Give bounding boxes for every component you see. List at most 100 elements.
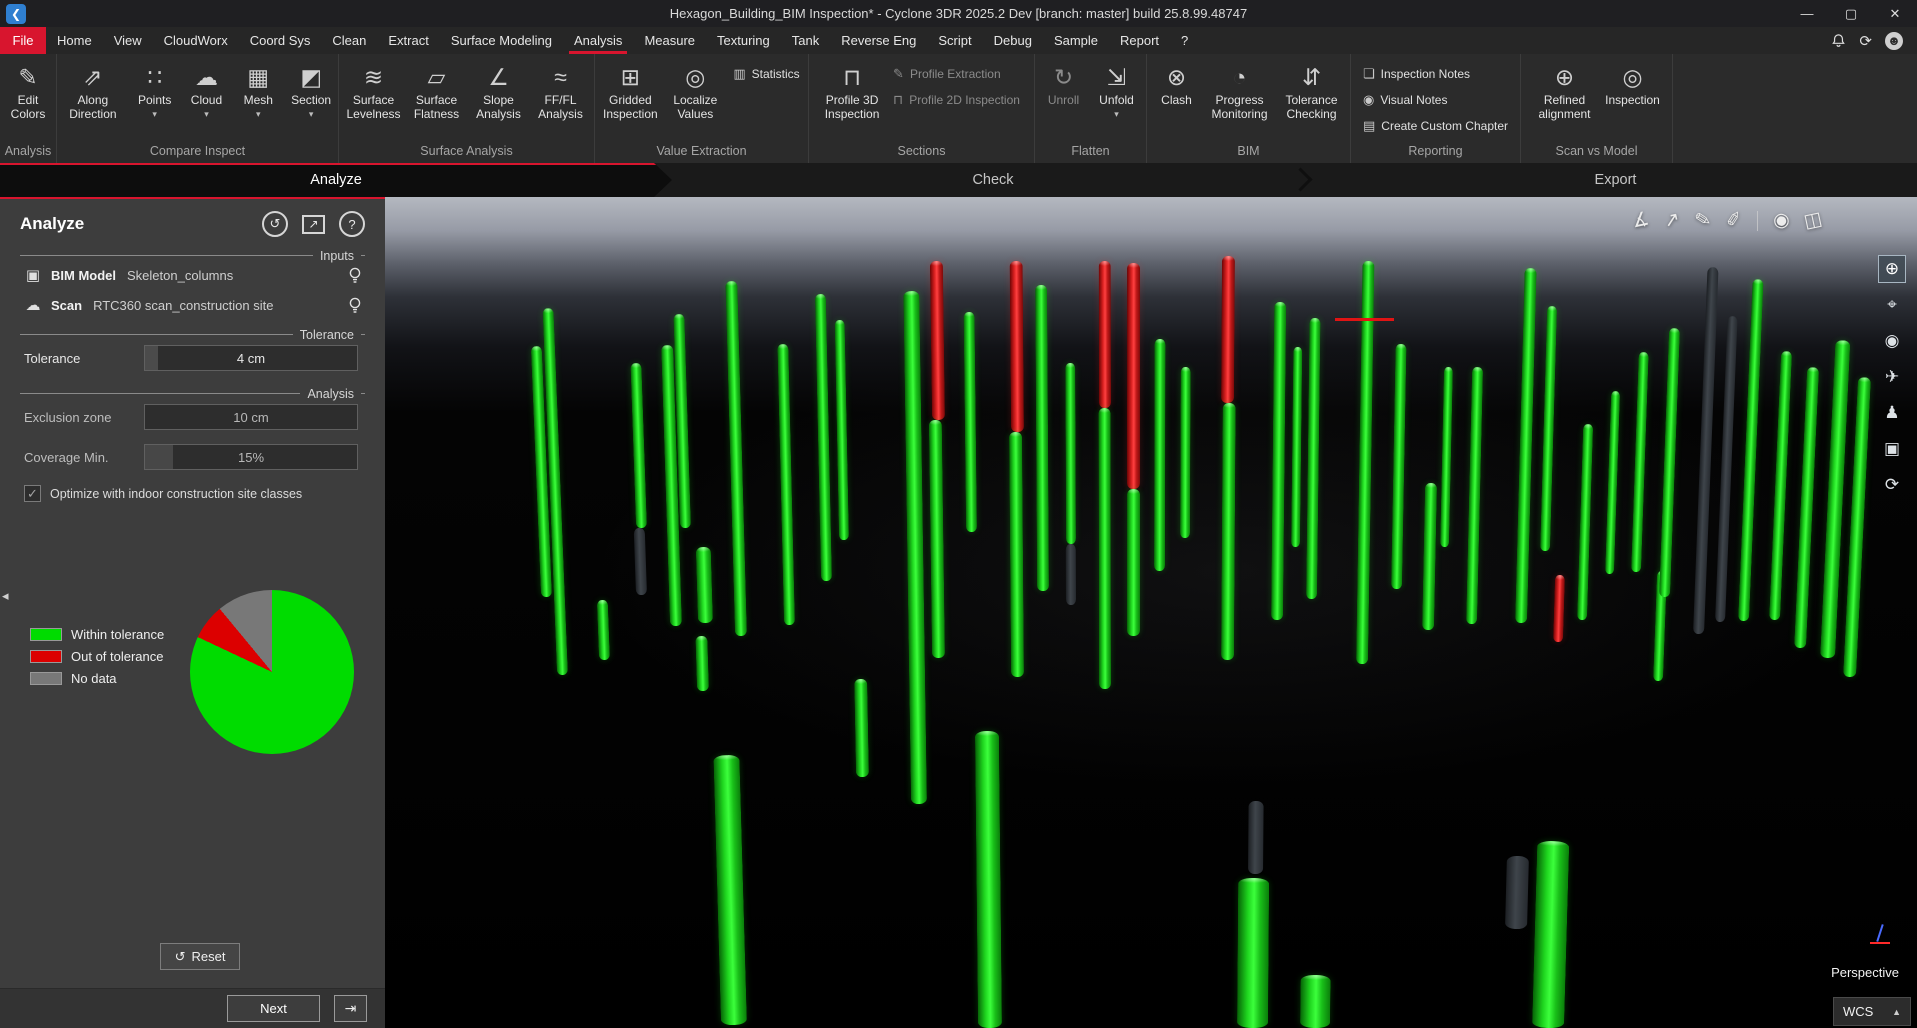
first-person-icon[interactable]: ◉ [1878, 327, 1906, 355]
tab-home[interactable]: Home [46, 27, 103, 54]
ribbon-button-inspection-notes[interactable]: ❏Inspection Notes [1363, 66, 1470, 82]
file-menu-button[interactable]: File [0, 27, 46, 54]
tab-coord-sys[interactable]: Coord Sys [239, 27, 322, 54]
statistics-icon: ▥ [733, 66, 745, 82]
bim-model-icon: ▣ [24, 266, 42, 284]
workflow-step-analyze[interactable]: Analyze [0, 163, 672, 197]
measure-angle-icon[interactable]: ∡ [1630, 207, 1651, 233]
annotate-icon[interactable]: ✐ [1724, 208, 1744, 234]
ribbon-button-profile-3d-inspection[interactable]: ⊓Profile 3D Inspection [817, 57, 887, 144]
ribbon-button-mesh[interactable]: ▦Mesh▾ [232, 57, 284, 144]
workflow-step-export[interactable]: Export [1314, 163, 1917, 197]
reset-button[interactable]: ↺ Reset [160, 943, 240, 970]
ribbon-button-profile-2d-inspection[interactable]: ⊓Profile 2D Inspection [893, 92, 1020, 108]
ribbon-button-create-custom-chapter[interactable]: ▤Create Custom Chapter [1363, 118, 1508, 134]
column [1631, 352, 1649, 572]
ribbon-button-unroll[interactable]: ↻Unroll [1038, 57, 1090, 144]
center-view-icon[interactable]: ⌖ [1878, 291, 1906, 319]
detach-panel-icon[interactable]: ↗ [302, 215, 325, 234]
measure-distance-icon[interactable]: ↗ [1662, 208, 1682, 234]
notifications-bell-icon[interactable] [1831, 33, 1846, 48]
tolerance-input[interactable]: 4 cm [144, 345, 358, 371]
unfold-icon: ⇲ [1107, 61, 1126, 94]
wcs-selector[interactable]: WCS ▲ [1833, 997, 1911, 1026]
ribbon-button-gridded-inspection[interactable]: ⊞Gridded Inspection [597, 57, 663, 144]
sketch-icon[interactable]: ✎ [1693, 208, 1713, 234]
ribbon-button-slope-analysis[interactable]: ∠Slope Analysis [468, 57, 530, 144]
scan-row[interactable]: ☁ Scan RTC360 scan_construction site [20, 286, 365, 316]
highlight-bulb-icon[interactable] [349, 267, 361, 284]
ribbon-button-surface-flatness[interactable]: ▱Surface Flatness [406, 57, 468, 144]
next-button[interactable]: Next [227, 995, 320, 1022]
ribbon-button-progress-monitoring[interactable]: ◔Progress Monitoring [1204, 57, 1276, 144]
ribbon-button-edit-colors[interactable]: ✎Edit Colors [0, 57, 56, 144]
ribbon-button-tolerance-checking[interactable]: ⇵Tolerance Checking [1276, 57, 1348, 144]
column [929, 420, 945, 658]
tab-clean[interactable]: Clean [321, 27, 377, 54]
bim-model-label: BIM Model [51, 268, 116, 283]
panel-collapse-handle[interactable]: ◂ [2, 588, 9, 604]
ribbon-group-compare-inspect: ⇗Along Direction∷Points▾☁Cloud▾▦Mesh▾◩Se… [57, 54, 339, 163]
ribbon-button-visual-notes[interactable]: ◉Visual Notes [1363, 92, 1448, 108]
column [1605, 391, 1620, 574]
create-custom-chapter-icon: ▤ [1363, 118, 1375, 134]
go-to-export-button[interactable]: ⇥ [334, 995, 367, 1022]
tab-texturing[interactable]: Texturing [706, 27, 781, 54]
restore-defaults-icon[interactable]: ↺ [262, 211, 288, 237]
tolerance-group-label: Tolerance [293, 327, 361, 343]
app-logo-icon[interactable]: ❮ [6, 4, 26, 24]
close-button[interactable]: ✕ [1873, 0, 1917, 27]
column [1440, 367, 1453, 547]
tab-reverse-eng[interactable]: Reverse Eng [830, 27, 927, 54]
ribbon-button-profile-extraction[interactable]: ✎Profile Extraction [893, 66, 1001, 82]
ribbon-button-along-direction[interactable]: ⇗Along Direction [57, 57, 129, 144]
tab-cloudworx[interactable]: CloudWorx [153, 27, 239, 54]
ribbon-button-ff-fl-analysis[interactable]: ≈FF/FL Analysis [530, 57, 592, 144]
ribbon-button-surface-levelness[interactable]: ≋Surface Levelness [342, 57, 406, 144]
tab-report[interactable]: Report [1109, 27, 1170, 54]
tab-[interactable]: ? [1170, 27, 1199, 54]
tab-sample[interactable]: Sample [1043, 27, 1109, 54]
column [1291, 347, 1302, 547]
localize-values-icon: ◎ [685, 61, 705, 94]
optimize-checkbox[interactable]: ✓ [24, 485, 41, 502]
ribbon-button-points[interactable]: ∷Points▾ [129, 57, 181, 144]
tab-analysis[interactable]: Analysis [563, 27, 633, 54]
highlight-bulb-icon[interactable] [349, 297, 361, 314]
coverage-min-input[interactable]: 15% [144, 444, 358, 470]
ribbon-button-clash[interactable]: ⊗Clash [1150, 57, 1204, 144]
tab-surface-modeling[interactable]: Surface Modeling [440, 27, 563, 54]
tab-tank[interactable]: Tank [781, 27, 830, 54]
ribbon-button-unfold[interactable]: ⇲Unfold▾ [1090, 57, 1144, 144]
tab-measure[interactable]: Measure [633, 27, 706, 54]
ribbon-button-refined-alignment[interactable]: ⊕Refined alignment [1529, 57, 1601, 144]
ribbon-button-localize-values[interactable]: ◎Localize Values [663, 57, 727, 144]
scene[interactable]: ∡↗✎✐◉◫ ⊕⌖◉✈♟▣⟳ Perspective WCS ▲ [385, 197, 1917, 1028]
tab-view[interactable]: View [103, 27, 153, 54]
ribbon-button-cloud[interactable]: ☁Cloud▾ [181, 57, 233, 144]
maximize-button[interactable]: ▢ [1829, 0, 1873, 27]
inspection-view-icon[interactable]: ◉ [1771, 208, 1792, 234]
tab-debug[interactable]: Debug [983, 27, 1043, 54]
ribbon-button-section[interactable]: ◩Section▾ [284, 57, 338, 144]
walk-mode-icon[interactable]: ♟ [1878, 399, 1906, 427]
sync-icon[interactable]: ⟳ [1859, 32, 1872, 50]
help-icon[interactable]: ? [339, 211, 365, 237]
orbit-tool-icon[interactable]: ⊕ [1878, 255, 1906, 283]
user-avatar[interactable]: ☻ [1885, 32, 1903, 50]
tab-script[interactable]: Script [927, 27, 982, 54]
ff-fl-analysis-icon: ≈ [554, 61, 567, 94]
workflow-step-check[interactable]: Check [672, 163, 1314, 197]
exclusion-zone-input[interactable]: 10 cm [144, 404, 358, 430]
fly-mode-icon[interactable]: ✈ [1878, 363, 1906, 391]
minimize-button[interactable]: — [1785, 0, 1829, 27]
optimize-checkbox-row[interactable]: ✓ Optimize with indoor construction site… [20, 474, 365, 512]
ortho-view-icon[interactable]: ▣ [1878, 435, 1906, 463]
column [1065, 363, 1076, 544]
ribbon-button-statistics[interactable]: ▥Statistics [733, 66, 799, 82]
tab-extract[interactable]: Extract [377, 27, 439, 54]
wcs-label: WCS [1843, 1004, 1873, 1019]
rotate-view-icon[interactable]: ⟳ [1878, 471, 1906, 499]
ribbon-button-inspection[interactable]: ◎Inspection [1601, 57, 1665, 144]
clipping-view-icon[interactable]: ◫ [1802, 207, 1824, 233]
